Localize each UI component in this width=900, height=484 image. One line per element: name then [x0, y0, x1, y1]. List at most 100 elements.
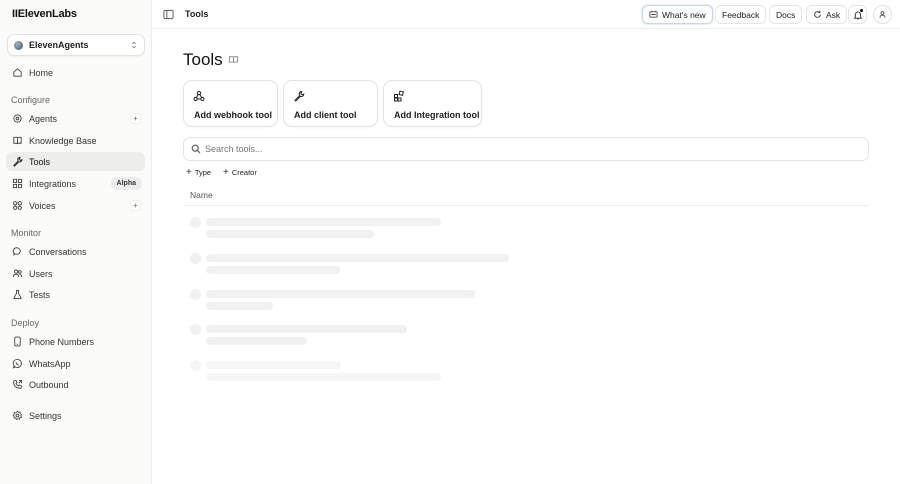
sidebar-item-voices[interactable]: Voices +: [6, 196, 145, 215]
page-title: Tools: [183, 50, 223, 69]
creator-filter-button[interactable]: + Creator: [223, 166, 257, 179]
notifications-button[interactable]: [848, 5, 867, 24]
section-label-monitor: Monitor: [11, 228, 42, 238]
chat-bubble-icon: [12, 246, 23, 257]
home-icon: [12, 67, 23, 78]
skeleton-avatar: [190, 217, 201, 228]
sidebar-item-users[interactable]: Users: [6, 264, 145, 283]
breadcrumb-title: Tools: [185, 9, 209, 19]
search-bar[interactable]: [183, 137, 869, 161]
add-client-tool-card[interactable]: Add client tool: [283, 80, 378, 127]
add-agent-button[interactable]: +: [130, 113, 141, 124]
agents-icon: [12, 113, 23, 124]
sidebar-item-label: Conversations: [29, 246, 87, 257]
creator-filter-label: Creator: [231, 168, 257, 177]
wrench-icon: [294, 90, 305, 102]
type-filter-label: Type: [194, 168, 212, 177]
skeleton-avatar: [190, 289, 201, 300]
sidebar-item-label: WhatsApp: [29, 358, 71, 369]
skeleton-avatar: [190, 360, 201, 371]
sidebar-item-tests[interactable]: Tests: [6, 285, 145, 304]
skeleton-line: [206, 337, 307, 345]
whats-new-button[interactable]: What's new: [642, 5, 713, 24]
card-label: Add webhook tool: [194, 110, 272, 120]
plus-icon: +: [186, 166, 192, 178]
flask-icon: [12, 289, 23, 300]
sidebar-item-label: Users: [29, 268, 53, 279]
sidebar-item-label: Tools: [29, 156, 51, 167]
sidebar-item-label: Voices: [29, 200, 56, 211]
sidebar-item-phone-numbers[interactable]: Phone Numbers: [6, 332, 145, 351]
feedback-label: Feedback: [722, 9, 760, 20]
plus-icon: +: [223, 166, 229, 178]
avatar[interactable]: [873, 5, 892, 24]
sidebar-item-home[interactable]: Home: [6, 63, 145, 82]
skeleton-line: [206, 302, 273, 310]
sidebar-item-tools[interactable]: Tools: [6, 152, 145, 171]
skeleton-line: [206, 290, 475, 298]
sidebar-toggle-icon[interactable]: [163, 9, 174, 20]
skeleton-line: [206, 325, 407, 333]
section-label-deploy: Deploy: [11, 318, 40, 328]
sidebar-item-label: Settings: [29, 410, 62, 421]
search-input[interactable]: [205, 144, 805, 154]
phone-icon: [12, 336, 23, 347]
skeleton-line: [206, 218, 441, 226]
book-icon: [12, 135, 23, 146]
sidebar-item-knowledge-base[interactable]: Knowledge Base: [6, 131, 145, 150]
section-label-configure: Configure: [11, 95, 51, 105]
alpha-badge: Alpha: [110, 177, 142, 190]
sidebar-item-label: Agents: [29, 113, 58, 124]
skeleton-avatar: [190, 253, 201, 264]
wrench-icon: [12, 156, 23, 167]
skeleton-line: [206, 254, 509, 262]
sidebar-item-integrations[interactable]: Integrations Alpha: [6, 174, 145, 193]
sidebar-item-label: Tests: [29, 289, 51, 300]
notification-dot: [860, 9, 863, 12]
add-integration-tool-card[interactable]: Add Integration tool: [383, 80, 482, 127]
sidebar-item-settings[interactable]: Settings: [6, 406, 145, 425]
header-divider: [183, 205, 869, 206]
sidebar-item-label: Home: [29, 67, 54, 78]
skeleton-line: [206, 373, 441, 381]
feedback-button[interactable]: Feedback: [715, 5, 767, 24]
integration-blocks-icon: [394, 90, 404, 102]
sidebar-item-label: Outbound: [29, 379, 69, 390]
webhook-icon: [193, 90, 205, 102]
workspace-selector[interactable]: ElevenAgents: [7, 34, 145, 56]
add-voice-button[interactable]: +: [130, 200, 141, 211]
top-bar: Tools What's new Feedback Docs Ask: [152, 0, 900, 29]
grid-icon: [12, 178, 23, 189]
sidebar-item-whatsapp[interactable]: WhatsApp: [6, 354, 145, 373]
sidebar-item-conversations[interactable]: Conversations: [6, 242, 145, 261]
card-label: Add Integration tool: [394, 110, 480, 120]
workspace-orb-icon: [14, 40, 23, 50]
book-open-icon[interactable]: [228, 54, 239, 65]
whats-new-icon: [649, 10, 658, 18]
add-webhook-tool-card[interactable]: Add webhook tool: [183, 80, 278, 127]
type-filter-button[interactable]: + Type: [186, 166, 211, 179]
elevenlabs-logo[interactable]: IIElevenLabs: [12, 8, 77, 20]
sidebar-item-label: Knowledge Base: [29, 135, 97, 146]
column-header-name[interactable]: Name: [190, 190, 213, 200]
user-icon: [879, 11, 886, 18]
chevron-up-down-icon: [132, 41, 136, 49]
sidebar-item-label: Phone Numbers: [29, 336, 95, 347]
search-icon: [191, 144, 201, 154]
skeleton-line: [206, 230, 374, 238]
docs-button[interactable]: Docs: [769, 5, 803, 24]
sidebar: IIElevenLabs ElevenAgents Home Configure…: [0, 0, 152, 484]
skeleton-avatar: [190, 324, 201, 335]
whats-new-label: What's new: [662, 9, 706, 20]
voices-icon: [12, 200, 23, 211]
sidebar-item-label: Integrations: [29, 178, 77, 189]
users-icon: [12, 268, 23, 279]
ask-label: Ask: [826, 9, 841, 20]
ask-button[interactable]: Ask: [806, 5, 848, 24]
sidebar-item-outbound[interactable]: Outbound: [6, 375, 145, 394]
skeleton-line: [206, 361, 341, 369]
docs-label: Docs: [776, 9, 796, 20]
sidebar-item-agents[interactable]: Agents +: [6, 109, 145, 128]
refresh-icon: [814, 10, 821, 18]
card-label: Add client tool: [294, 110, 357, 120]
